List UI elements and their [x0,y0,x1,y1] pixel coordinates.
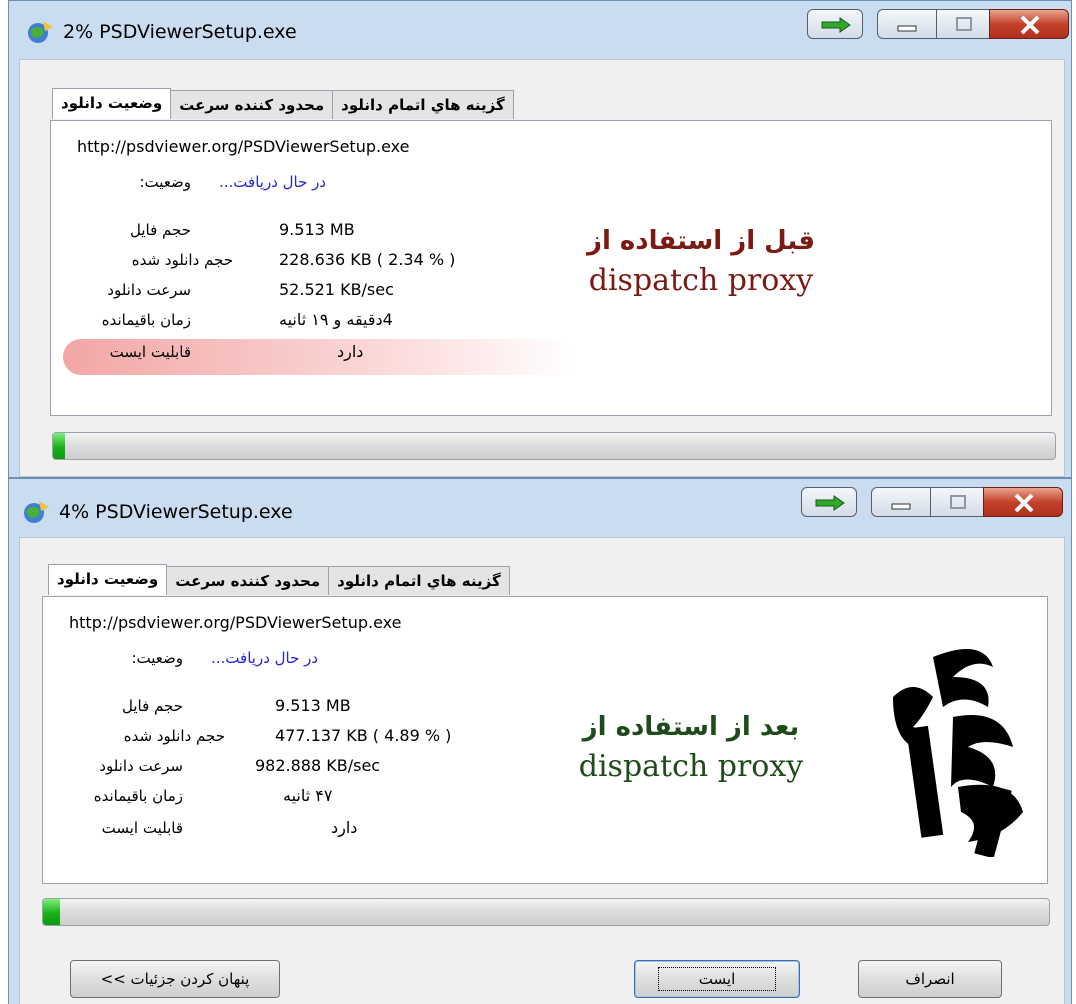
tab-download-status[interactable]: وضعيت دانلود [48,564,168,595]
pause-capability-value: دارد [331,818,358,837]
caption-before-line2: dispatch proxy [588,263,814,298]
hide-details-label: پنهان كردن جزئيات >> [100,970,250,988]
status-label: وضعيت: [131,649,183,667]
maximize-icon [956,17,972,31]
remaining-time-value: 4دقيقه و ١٩ ثانيه [279,310,393,329]
download-url: http://psdviewer.org/PSDViewerSetup.exe [77,137,410,156]
arrow-button[interactable] [807,9,863,39]
tab-strip: وضعيت دانلود محدود كننده سرعت گزينه هاي … [52,88,514,120]
minimize-icon [891,503,911,510]
green-arrow-icon [815,495,845,511]
progress-fill [53,433,66,459]
remaining-time-label: زمان باقيمانده [101,311,191,329]
downloaded-value: 228.636 KB ( 2.34 % ) [279,250,456,269]
title-bar[interactable]: 2% PSDViewerSetup.exe [9,1,1071,61]
close-icon [1014,493,1034,513]
window-title: 4% PSDViewerSetup.exe [59,501,293,523]
download-window-after: 4% PSDViewerSetup.exe وضعيت دانلود محدود… [8,478,1072,1004]
status-panel: http://psdviewer.org/PSDViewerSetup.exe … [50,120,1052,416]
file-size-label: حجم فايل [130,221,191,239]
caption-after-line2: dispatch proxy [578,749,804,784]
tab-completion-options[interactable]: گزينه هاي اتمام دانلود [332,90,514,119]
pause-capability-value: دارد [337,342,364,361]
calligraphy-logo [893,649,1023,857]
cancel-button[interactable]: انصراف [858,960,1002,998]
minimize-button[interactable] [877,9,937,39]
window-client: وضعيت دانلود محدود كننده سرعت گزينه هاي … [19,537,1065,1004]
speed-label: سرعت دانلود [99,757,183,775]
progress-fill [43,899,61,925]
download-url: http://psdviewer.org/PSDViewerSetup.exe [69,613,402,632]
window-client: وضعيت دانلود محدود كننده سرعت گزينه هاي … [19,59,1065,477]
downloaded-label: حجم دانلود شده [123,727,225,745]
caption-before: قبل از استفاده از dispatch proxy [561,221,841,301]
maximize-icon [950,495,966,509]
hide-details-button[interactable]: پنهان كردن جزئيات >> [70,960,280,998]
tab-download-status[interactable]: وضعيت دانلود [52,88,172,119]
tab-strip: وضعيت دانلود محدود كننده سرعت گزينه هاي … [48,564,510,596]
downloaded-value: 477.137 KB ( 4.89 % ) [275,726,452,745]
remaining-time-label: زمان باقيمانده [93,787,183,805]
close-button[interactable] [983,487,1063,517]
minimize-button[interactable] [871,487,931,517]
pause-button[interactable]: ايست [634,960,800,998]
pause-label: ايست [657,967,777,991]
remaining-time-value: ۴۷ ثانيه [283,786,333,805]
minimize-icon [897,25,917,32]
downloaded-label: حجم دانلود شده [131,251,233,269]
file-size-label: حجم فايل [122,697,183,715]
status-value: در حال دريافت... [211,649,319,667]
download-progress-bar [42,898,1050,926]
close-icon [1020,15,1040,35]
globe-download-icon [28,21,53,43]
status-value: در حال دريافت... [219,173,327,191]
tab-completion-options[interactable]: گزينه هاي اتمام دانلود [328,566,510,595]
window-title: 2% PSDViewerSetup.exe [63,21,297,43]
cancel-label: انصراف [905,970,955,988]
arrow-button[interactable] [801,487,857,517]
caption-after-line1: بعد از استفاده از [582,712,800,742]
close-button[interactable] [989,9,1069,39]
green-arrow-icon [821,17,851,33]
speed-label: سرعت دانلود [107,281,191,299]
speed-value: 52.521 KB/sec [279,280,394,299]
maximize-button[interactable] [936,9,990,39]
file-size-value: 9.513 MB [279,220,355,239]
download-progress-bar [52,432,1056,460]
file-size-value: 9.513 MB [275,696,351,715]
globe-download-icon [24,501,49,523]
caption-after: بعد از استفاده از dispatch proxy [551,707,831,787]
title-bar[interactable]: 4% PSDViewerSetup.exe [9,479,1071,539]
tab-speed-limiter[interactable]: محدود كننده سرعت [166,566,330,595]
tab-speed-limiter[interactable]: محدود كننده سرعت [170,90,334,119]
download-window-before: 2% PSDViewerSetup.exe وضعيت دانلود محدود… [8,0,1072,478]
status-label: وضعيت: [139,173,191,191]
pause-capability-label: قابليت ايست [101,819,183,837]
caption-before-line1: قبل از استفاده از [586,226,816,256]
speed-value: 982.888 KB/sec [255,756,381,775]
maximize-button[interactable] [930,487,984,517]
pause-capability-label: قابليت ايست [109,343,191,361]
status-panel: http://psdviewer.org/PSDViewerSetup.exe … [42,596,1048,884]
